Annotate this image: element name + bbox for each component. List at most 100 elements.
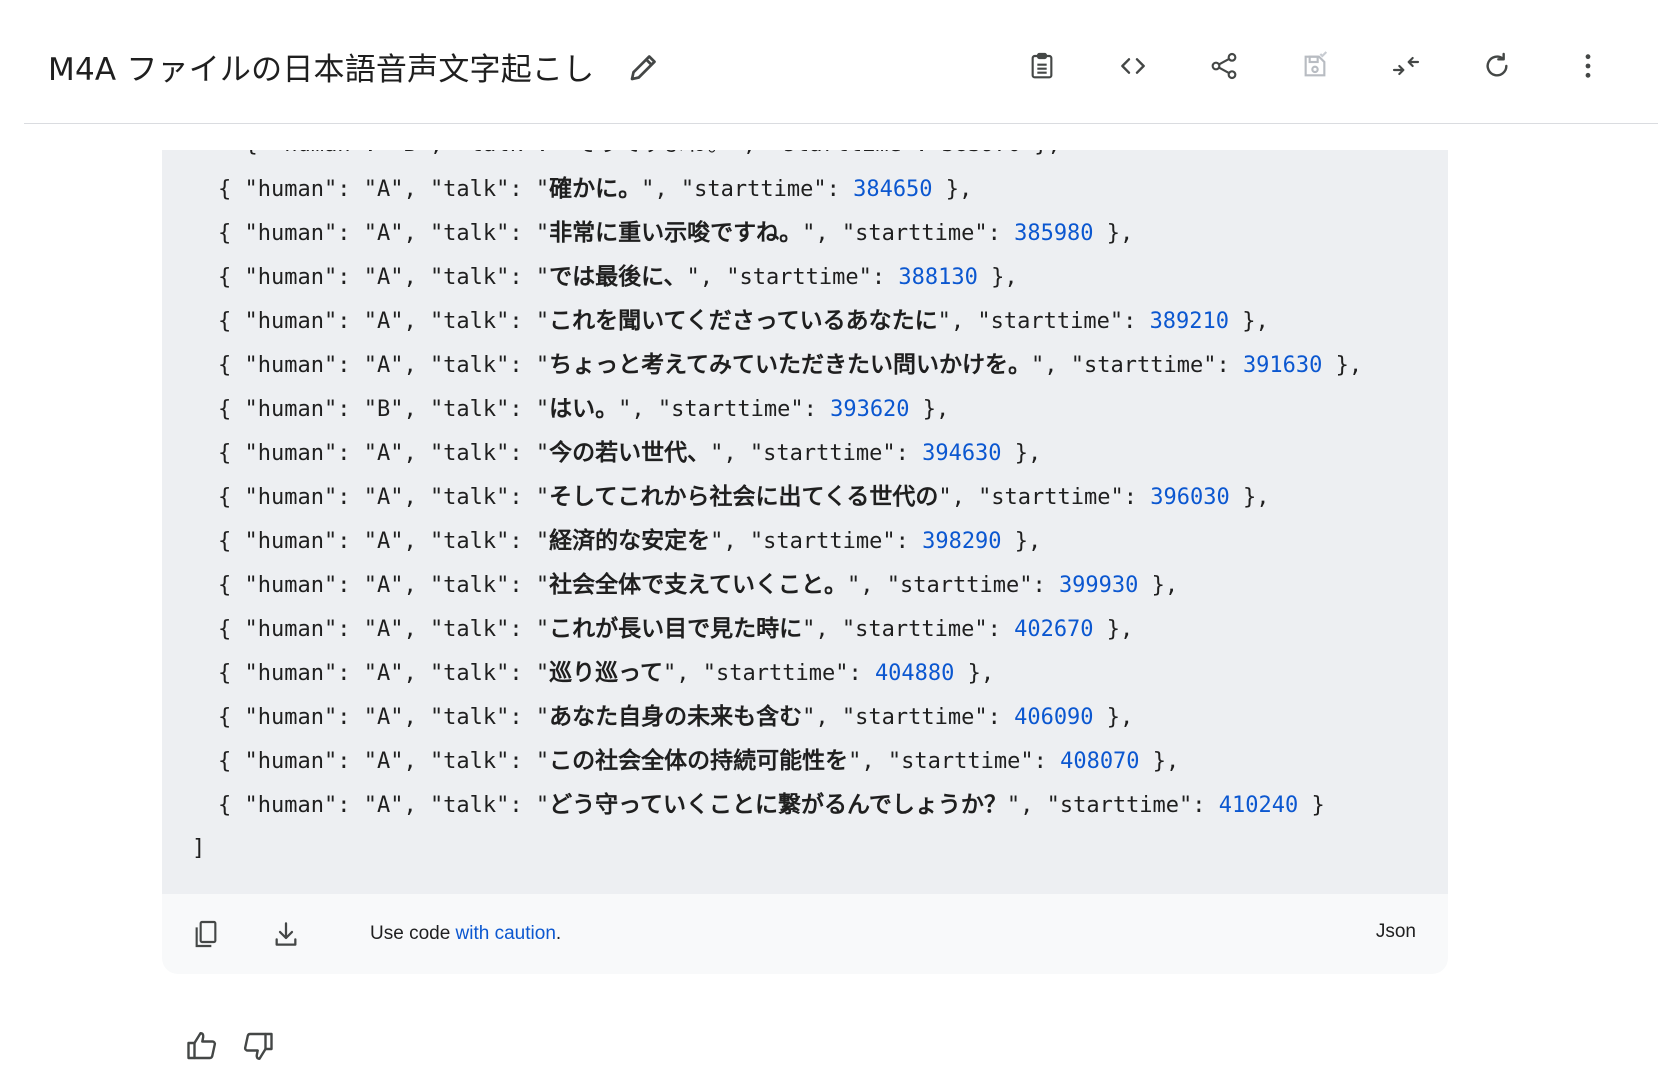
code-token-talk-key: ", "talk": " (390, 793, 550, 818)
title-group: M4A ファイルの日本語音声文字起こし (48, 44, 662, 89)
speaker-value: A (376, 265, 391, 290)
code-token-prefix: { "human": " (218, 705, 377, 730)
code-line: { "human": "A", "talk": "今の若い世代、", "star… (162, 431, 1362, 475)
starttime-value: 391630 (1242, 353, 1323, 378)
feedback-bar (180, 1024, 280, 1068)
speaker-value: A (376, 177, 391, 202)
talk-value: では最後に、 (549, 264, 687, 290)
code-token-talk-key: ", "talk": " (390, 617, 550, 642)
caution-text: Use code with caution. (370, 923, 561, 945)
toolbar (1020, 44, 1610, 88)
caution-suffix: . (555, 923, 562, 944)
code-token-prefix: { "human": " (218, 749, 377, 774)
talk-value: これを聞いてくださっているあなたに (549, 308, 938, 334)
download-icon[interactable] (266, 914, 306, 954)
code-token-end: }, (932, 177, 973, 202)
code-token-starttime-key: ", "starttime": (641, 177, 854, 202)
code-token-talk-key: ", "talk": " (390, 749, 550, 774)
code-token-prefix: { "human": " (218, 441, 377, 466)
code-token-talk-key: ", "talk": " (390, 485, 550, 510)
collapse-icon[interactable] (1384, 44, 1428, 88)
speaker-value: A (376, 573, 391, 598)
starttime-value: 408070 (1060, 749, 1140, 774)
code-line: { "human": "A", "talk": "そしてこれから社会に出てくる世… (162, 475, 1362, 519)
code-token-starttime-key: ", "starttime": (686, 265, 899, 290)
code-token-end: }, (1138, 573, 1179, 598)
code-line: { "human": "A", "talk": "確かに。", "startti… (162, 167, 1362, 211)
speaker-value: A (376, 617, 391, 642)
save-icon[interactable] (1293, 44, 1337, 88)
code-token-starttime-key: ", "starttime": (1006, 793, 1219, 818)
code-content[interactable]: { "human": "B", "talk": "そうですよね。", "star… (162, 150, 1448, 894)
code-token-talk-key: ", "talk": " (390, 573, 550, 598)
code-token-prefix: { "human": " (218, 353, 377, 378)
top-bar: M4A ファイルの日本語音声文字起こし (0, 0, 1658, 124)
caution-prefix: Use code (370, 923, 456, 944)
speaker-value: B (376, 397, 391, 422)
speaker-value: A (376, 749, 391, 774)
code-line: { "human": "A", "talk": "どう守っていくことに繋がるんで… (162, 783, 1362, 827)
thumbs-up-icon[interactable] (180, 1024, 224, 1068)
speaker-value: A (376, 529, 391, 554)
language-label: Json (1375, 921, 1416, 942)
code-token-prefix: { "human": " (218, 309, 377, 334)
code-token-prefix: { "human": " (218, 617, 377, 642)
thumbs-down-icon[interactable] (236, 1024, 280, 1068)
conversation-title: M4A ファイルの日本語音声文字起こし (48, 52, 595, 88)
code-footer: Use code with caution. Json (162, 894, 1448, 974)
code-token-prefix: { "human": " (218, 221, 377, 246)
code-token-end: }, (1229, 309, 1269, 334)
code-token-end: }, (1001, 441, 1042, 466)
code-line: { "human": "A", "talk": "この社会全体の持続可能性を",… (162, 739, 1362, 783)
code-block: { "human": "B", "talk": "そうですよね。", "star… (162, 150, 1448, 974)
code-token-end: }, (1229, 485, 1270, 510)
starttime-value: 410240 (1218, 793, 1299, 818)
talk-value: 巡り巡って (549, 660, 664, 686)
code-line: { "human": "A", "talk": "巡り巡って", "startt… (162, 651, 1362, 695)
code-line: { "human": "A", "talk": "経済的な安定を", "star… (162, 519, 1362, 563)
code-line: { "human": "B", "talk": "はい。", "starttim… (162, 387, 1362, 431)
caution-link[interactable]: with caution (456, 923, 556, 944)
code-token-prefix: { "human": " (218, 573, 377, 598)
code-token-prefix: { "human": " (218, 177, 377, 202)
code-line-partial: { "human": "B", "talk": "そうですよね。", "star… (162, 150, 1362, 167)
code-token-starttime-key: ", "starttime": (663, 661, 875, 686)
refresh-icon[interactable] (1475, 44, 1519, 88)
starttime-value: 394630 (922, 441, 1002, 466)
code-token-prefix: { "human": " (218, 661, 377, 686)
talk-value: これが長い目で見た時に (549, 616, 803, 642)
starttime-value: 388130 (898, 265, 978, 290)
header-divider (24, 123, 1658, 124)
talk-value: そしてこれから社会に出てくる世代の (549, 484, 939, 510)
code-line: { "human": "A", "talk": "これが長い目で見た時に", "… (162, 607, 1362, 651)
code-token-talk-key: ", "talk": " (390, 309, 550, 334)
code-token-end: }, (1093, 221, 1134, 246)
copy-icon[interactable] (186, 914, 226, 954)
code-token-starttime-key: ", "starttime": (802, 705, 1015, 730)
share-icon[interactable] (1202, 44, 1246, 88)
code-token-prefix: { "human": " (218, 529, 377, 554)
more-vert-icon[interactable] (1566, 44, 1610, 88)
speaker-value: A (376, 221, 391, 246)
code-line: { "human": "A", "talk": "非常に重い示唆ですね。", "… (162, 211, 1362, 255)
code-token-starttime-key: ", "starttime": (847, 573, 1059, 598)
speaker-value: A (376, 353, 391, 378)
code-token-prefix: { "human": " (218, 265, 377, 290)
starttime-value: 396030 (1150, 485, 1230, 510)
code-token-talk-key: ", "talk": " (390, 397, 550, 422)
code-token-starttime-key: ", "starttime": (802, 617, 1015, 642)
code-token-end: } (1298, 793, 1325, 818)
talk-value: ちょっと考えてみていただきたい問いかけを。 (549, 352, 1032, 378)
edit-icon[interactable] (626, 49, 662, 85)
starttime-value: 402670 (1014, 617, 1094, 642)
code-token-talk-key: ", "talk": " (390, 441, 550, 466)
code-token-starttime-key: ", "starttime": (710, 529, 923, 554)
code-icon[interactable] (1111, 44, 1155, 88)
starttime-value: 399930 (1058, 573, 1139, 598)
code-token-talk-key: ", "talk": " (390, 221, 550, 246)
clipboard-icon[interactable] (1020, 44, 1064, 88)
talk-value: この社会全体の持続可能性を (549, 748, 849, 774)
talk-value: 社会全体で支えていくこと。 (549, 572, 848, 598)
code-token-end: }, (954, 661, 995, 686)
talk-value: はい。 (549, 396, 619, 422)
